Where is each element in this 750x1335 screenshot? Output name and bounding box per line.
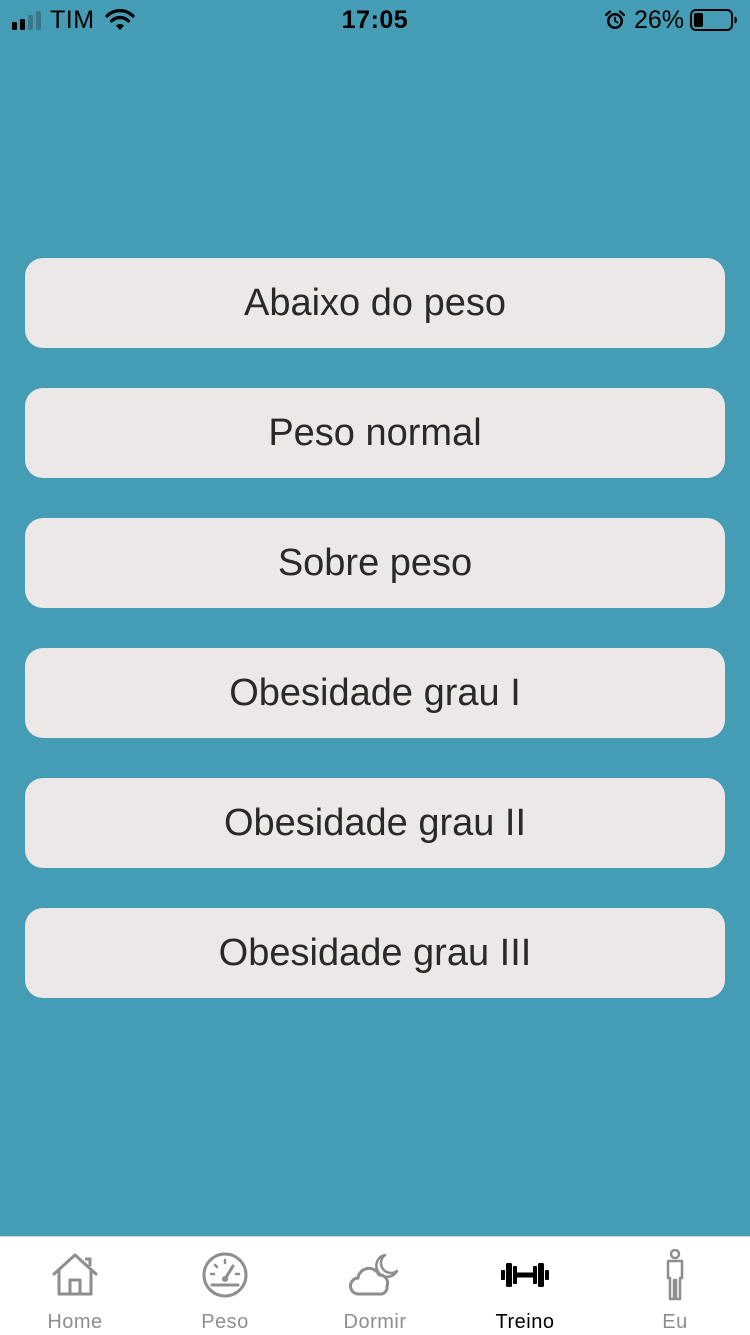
option-abaixo-do-peso-button[interactable]: Abaixo do peso bbox=[25, 258, 725, 348]
option-peso-normal-button[interactable]: Peso normal bbox=[25, 388, 725, 478]
tab-dormir[interactable]: Dormir bbox=[300, 1237, 450, 1335]
option-obesidade-grau-2-button[interactable]: Obesidade grau II bbox=[25, 778, 725, 868]
person-icon bbox=[666, 1249, 684, 1301]
speedometer-icon bbox=[202, 1252, 248, 1298]
tab-home-label: Home bbox=[47, 1311, 103, 1333]
tab-peso[interactable]: Peso bbox=[150, 1237, 300, 1335]
tab-home[interactable]: Home bbox=[0, 1237, 150, 1335]
tab-dormir-label: Dormir bbox=[343, 1311, 407, 1333]
battery-percent: 26% bbox=[633, 5, 684, 34]
option-sobre-peso-button[interactable]: Sobre peso bbox=[25, 518, 725, 608]
option-obesidade-grau-3-button[interactable]: Obesidade grau III bbox=[25, 908, 725, 998]
option-obesidade-grau-1-button[interactable]: Obesidade grau I bbox=[25, 648, 725, 738]
status-right: 26% bbox=[604, 6, 738, 34]
house-icon bbox=[52, 1253, 98, 1296]
cloud-moon-icon bbox=[349, 1253, 399, 1296]
tab-peso-label: Peso bbox=[201, 1311, 249, 1333]
alarm-clock-icon bbox=[604, 10, 626, 29]
tab-treino-label: Treino bbox=[495, 1311, 555, 1333]
tab-treino[interactable]: Treino bbox=[450, 1237, 600, 1335]
tab-eu[interactable]: Eu bbox=[600, 1237, 750, 1335]
bmi-category-list: Abaixo do peso Peso normal Sobre peso Ob… bbox=[25, 258, 725, 1038]
battery-icon bbox=[690, 9, 737, 31]
dumbbell-icon bbox=[501, 1263, 549, 1287]
tab-eu-label: Eu bbox=[662, 1311, 688, 1333]
tab-bar: Home Peso Dormir Treino Eu bbox=[0, 1236, 750, 1335]
status-bar: TIM 17:05 26% bbox=[0, 0, 750, 40]
